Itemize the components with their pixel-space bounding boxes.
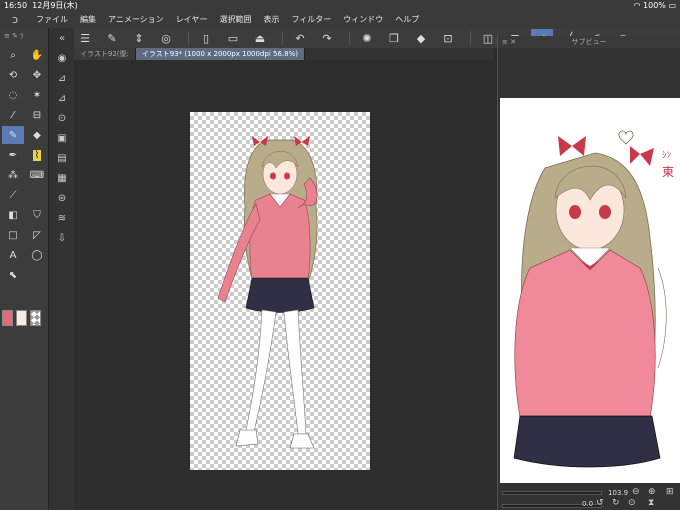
close-icon[interactable]: ≡ ✕ xyxy=(502,36,516,48)
lasso-icon[interactable]: ◌ xyxy=(2,86,24,104)
menu-help[interactable]: ヘルプ xyxy=(389,12,425,28)
search-layer-icon[interactable]: ⊙ xyxy=(49,108,75,128)
main-color-swatch[interactable] xyxy=(2,310,13,326)
color-set-icon[interactable]: ▤ xyxy=(49,148,75,168)
transform-icon[interactable]: ⊡ xyxy=(437,29,459,47)
rotate-left-icon[interactable]: ↺ xyxy=(596,498,604,508)
gradient-icon[interactable]: ◧ xyxy=(2,206,24,224)
sub-color-swatch[interactable] xyxy=(16,310,27,326)
reset-rotation-icon[interactable]: ⊙ xyxy=(628,498,636,508)
zoom-icon[interactable]: ⌕ xyxy=(2,46,24,64)
paint-icon[interactable]: ⟋ xyxy=(2,186,24,204)
battery-icon: ▭ xyxy=(668,1,676,10)
rotate-icon[interactable]: ⟲ xyxy=(2,66,24,84)
wifi-icon: ◠ xyxy=(633,1,641,10)
deselect-icon[interactable]: ◫ xyxy=(477,29,499,47)
material-icon[interactable]: ▦ xyxy=(49,168,75,188)
menu-view[interactable]: 表示 xyxy=(257,12,285,28)
fit-icon[interactable]: ⊞ xyxy=(666,487,674,497)
tool-palette-header: ≡ ✎ ﾂ xyxy=(4,32,24,40)
reference-illustration: ｼﾝ 東 xyxy=(513,130,674,468)
menu-selection[interactable]: 選択範囲 xyxy=(213,12,257,28)
sub-tool-palette: « ◉ ⊿ ⊿ ⊙ ▣ ▤ ▦ ⊜ ≋ ⇩ xyxy=(48,28,74,510)
save-icon[interactable]: ⏏ xyxy=(249,29,271,47)
svg-text:東: 東 xyxy=(662,165,674,179)
sub-view-title: サブビュー xyxy=(571,38,607,46)
text-icon[interactable]: A xyxy=(2,246,24,264)
fill-icon[interactable]: ◆ xyxy=(410,29,432,47)
rectangle-icon[interactable]: □ xyxy=(2,226,24,244)
tool-palette: ≡ ✎ ﾂ ⌕ ✋ ⟲ ✥ ◌ ✶ ⁄ ⊟ ✎ ◆ ✒ ⌇ ⁂ ⌨ ⟋ ◧ ⛉ … xyxy=(0,28,48,510)
edit-icon[interactable]: ✎ xyxy=(101,29,123,47)
menu-layer[interactable]: レイヤー xyxy=(170,12,214,28)
balloon-icon[interactable]: ◯ xyxy=(26,246,48,264)
new-file-icon[interactable]: ▯ xyxy=(195,29,217,47)
svg-text:ｼﾝ: ｼﾝ xyxy=(662,151,672,161)
layer-property-icon[interactable]: ⊿ xyxy=(49,68,75,88)
loading-icon[interactable]: ✺ xyxy=(356,29,378,47)
rotate-right-icon[interactable]: ↻ xyxy=(612,498,620,508)
layer-effect-icon[interactable]: ⊿ xyxy=(49,88,75,108)
document-tabs: イラスト92(復: イラスト93* (1000 x 2000px 1000dpi… xyxy=(74,48,494,60)
export-icon[interactable]: ⇩ xyxy=(49,228,75,248)
move-icon[interactable]: ✥ xyxy=(26,66,48,84)
menu-bar: ↄ ファイル 編集 アニメーション レイヤー 選択範囲 表示 フィルター ウィン… xyxy=(0,12,680,28)
layer-list-icon[interactable]: ▣ xyxy=(49,128,75,148)
zoom-out-icon[interactable]: ⊖ xyxy=(632,487,640,497)
artboard[interactable] xyxy=(190,112,370,470)
swap-icon[interactable]: ⇕ xyxy=(128,29,150,47)
canvas-area[interactable] xyxy=(74,60,496,510)
sub-view-image[interactable]: ｼﾝ 東 xyxy=(500,98,680,483)
rotation-value: 0.0 xyxy=(582,500,594,508)
empty-slot xyxy=(26,186,48,204)
pencil-icon[interactable]: ✎ xyxy=(2,126,24,144)
eraser-icon[interactable]: ◆ xyxy=(26,126,48,144)
undo-icon[interactable]: ↶ xyxy=(289,29,311,47)
eyedropper-icon[interactable]: ⁄ xyxy=(2,106,24,124)
magic-wand-icon[interactable]: ✶ xyxy=(26,86,48,104)
sub-view-panel: ≡ ✕ サブビュー ｼﾝ 東 103.9 ⊖ ⊕ ⊞ 0.0 ↺ ↻ ⊙ ⧗ xyxy=(497,36,680,510)
hand-icon[interactable]: ✋ xyxy=(26,46,48,64)
tab-illust-92[interactable]: イラスト92(復: xyxy=(74,48,136,60)
tab-illust-93[interactable]: イラスト93* (1000 x 2000px 1000dpi 56.8%) xyxy=(135,48,305,60)
menu-filter[interactable]: フィルター xyxy=(285,12,337,28)
menu-edit[interactable]: 編集 xyxy=(74,12,102,28)
zoom-in-icon[interactable]: ⊕ xyxy=(648,487,656,497)
app-logo-icon[interactable]: ↄ xyxy=(0,12,30,28)
decoration-icon[interactable]: ⌨ xyxy=(26,166,48,184)
flip-icon[interactable]: ⧗ xyxy=(648,498,654,508)
status-time: 16:50 xyxy=(4,1,28,10)
color-swatches xyxy=(2,310,41,326)
navigator-icon[interactable]: ◉ xyxy=(49,48,75,68)
menu-file[interactable]: ファイル xyxy=(30,12,74,28)
character-illustration xyxy=(217,136,318,449)
menu-animation[interactable]: アニメーション xyxy=(102,12,170,28)
open-folder-icon[interactable]: ▭ xyxy=(222,29,244,47)
layout-icon[interactable]: ⊟ xyxy=(26,106,48,124)
sub-view-header: ≡ ✕ サブビュー xyxy=(498,36,680,48)
airbrush-icon[interactable]: ⁂ xyxy=(2,166,24,184)
copy-icon[interactable]: ❐ xyxy=(383,29,405,47)
frame-icon[interactable]: ◸ xyxy=(26,226,48,244)
zoom-value: 103.9 xyxy=(608,489,629,497)
menu-window[interactable]: ウィンドウ xyxy=(337,12,389,28)
pen-tool-icon[interactable]: ✒ xyxy=(2,146,24,164)
status-date: 12月9日(木) xyxy=(32,1,78,10)
blend-icon[interactable]: ⌇ xyxy=(26,146,48,164)
redo-icon[interactable]: ↷ xyxy=(316,29,338,47)
layers-icon[interactable]: ≋ xyxy=(49,208,75,228)
bucket-icon[interactable]: ⛉ xyxy=(26,206,48,224)
gallery-icon[interactable]: ◎ xyxy=(155,29,177,47)
transparent-color-swatch[interactable] xyxy=(30,310,41,326)
history-icon[interactable]: ⊜ xyxy=(49,188,75,208)
status-battery: 100% xyxy=(643,1,666,10)
zoom-slider[interactable] xyxy=(502,491,602,495)
sub-view-controls: 103.9 ⊖ ⊕ ⊞ 0.0 ↺ ↻ ⊙ ⧗ xyxy=(498,486,680,510)
menu-icon[interactable]: ☰ xyxy=(74,29,96,47)
status-bar: 16:50 12月9日(木) ◠ 100% ▭ xyxy=(0,0,680,12)
collapse-icon[interactable]: « xyxy=(49,28,75,48)
operation-icon[interactable]: ⬉ xyxy=(2,266,24,284)
